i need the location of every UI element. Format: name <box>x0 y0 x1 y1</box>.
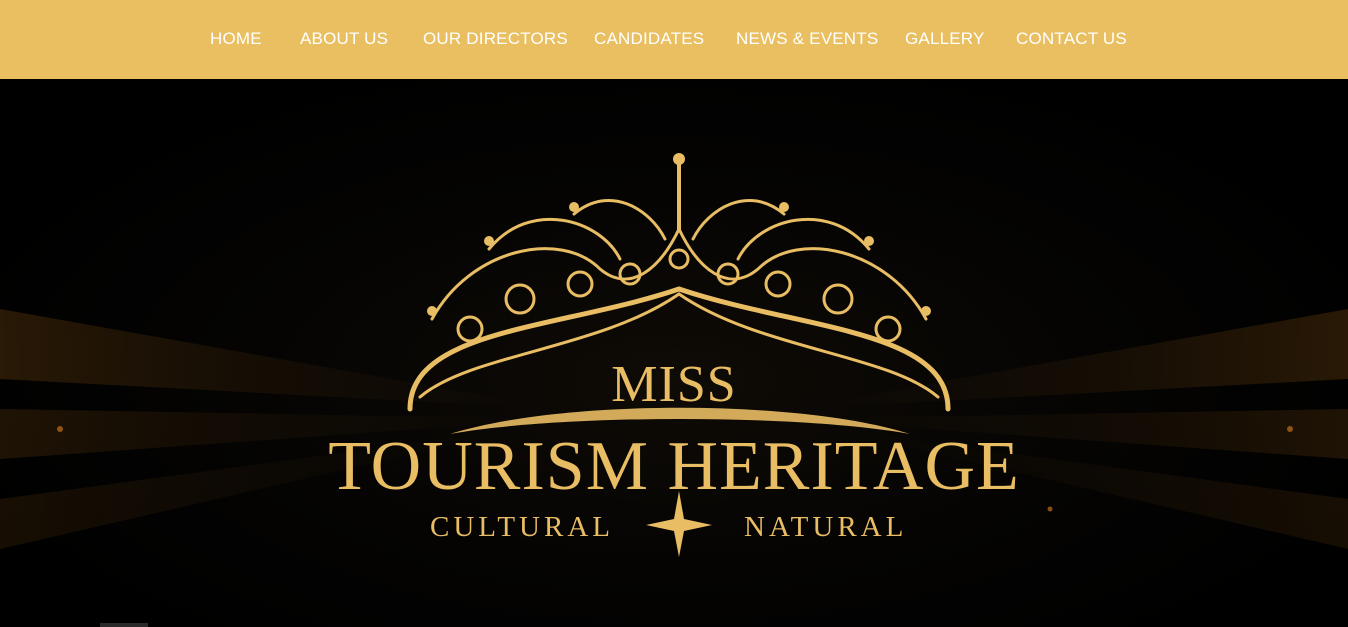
hero-banner: MISS TOURISM HERITAGE CULTURAL NATURAL <box>0 79 1348 627</box>
nav-item-candidates[interactable]: CANDIDATES <box>594 28 704 50</box>
nav-item-our-directors[interactable]: OUR DIRECTORS <box>423 28 568 50</box>
nav-item-home[interactable]: HOME <box>210 28 262 50</box>
nav-item-contact-us[interactable]: CONTACT US <box>1016 28 1127 50</box>
star-icon <box>646 491 712 557</box>
nav-item-gallery[interactable]: GALLERY <box>905 28 985 50</box>
logo-sub-natural: NATURAL <box>744 511 908 543</box>
nav-item-news-events[interactable]: NEWS & EVENTS <box>736 28 878 50</box>
nav-item-about-us[interactable]: ABOUT US <box>300 28 388 50</box>
scroll-indicator <box>100 623 148 627</box>
top-navigation-bar: HOME ABOUT US OUR DIRECTORS CANDIDATES N… <box>0 0 1348 79</box>
nav-menu: HOME ABOUT US OUR DIRECTORS CANDIDATES N… <box>0 0 1348 79</box>
